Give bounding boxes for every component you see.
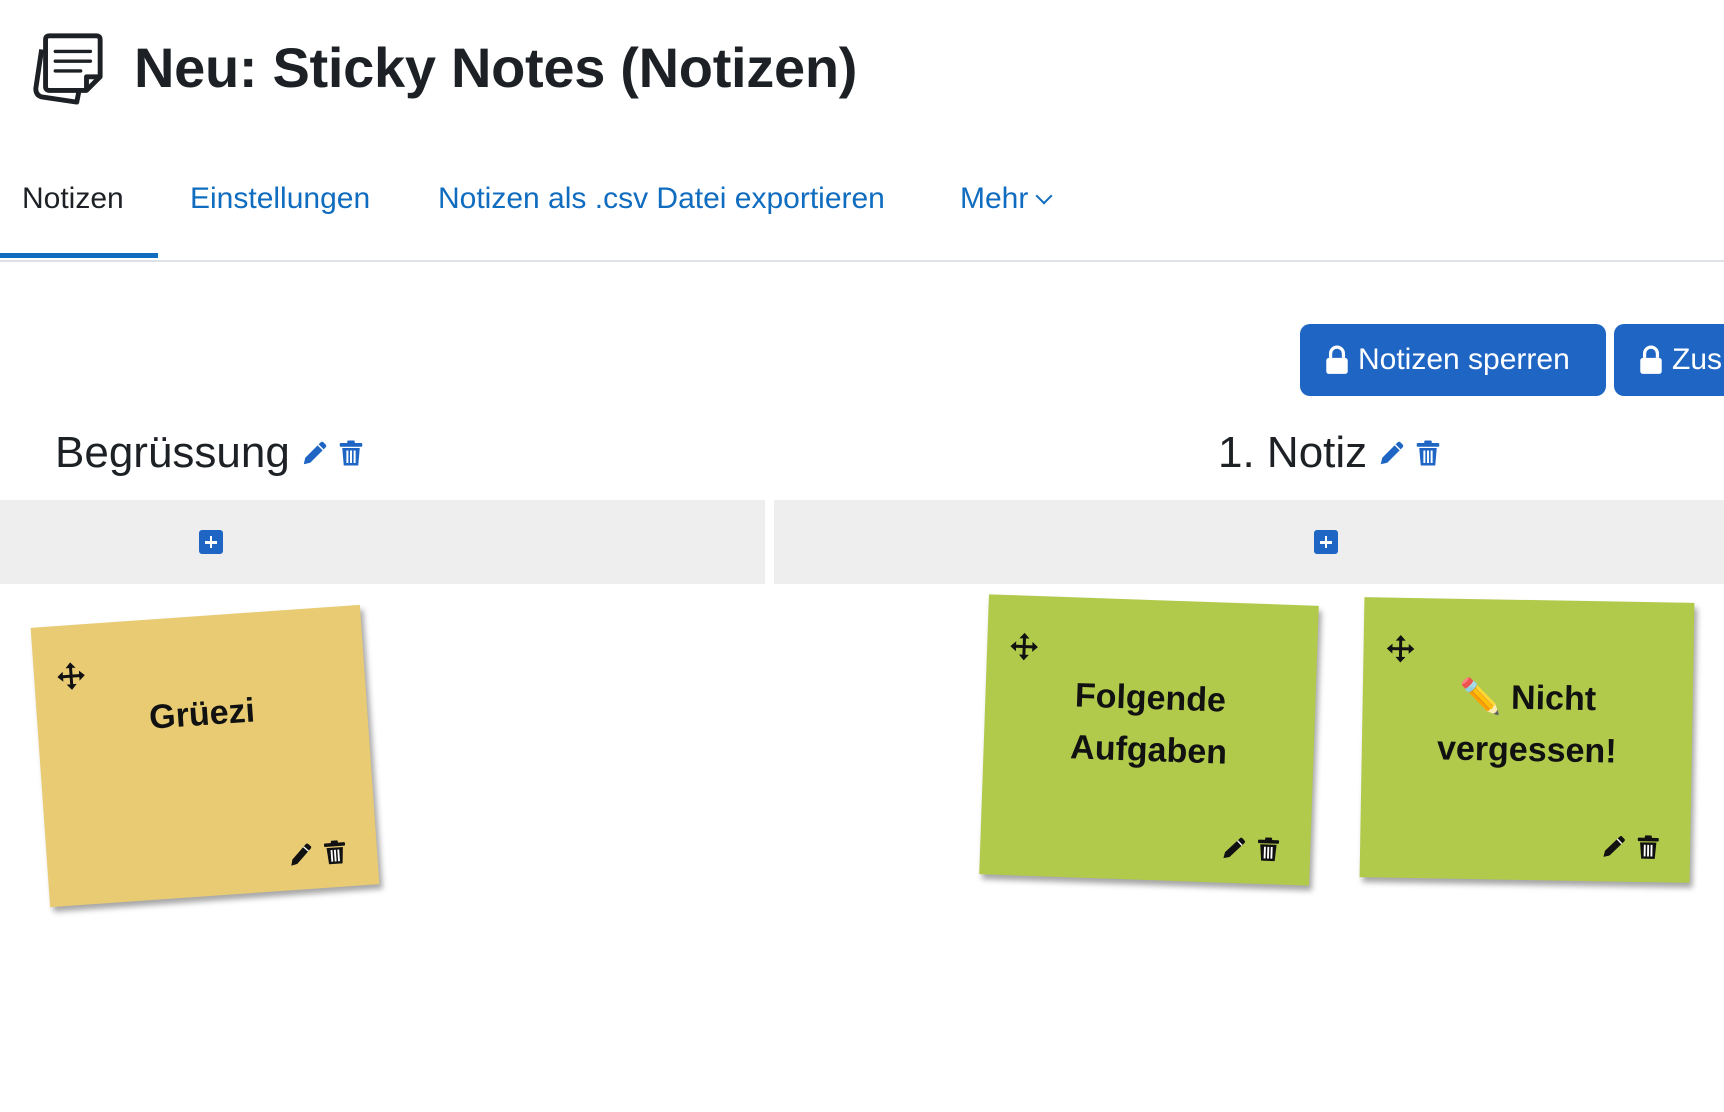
column-title-notiz: 1. Notiz (1218, 428, 1443, 478)
edit-note-pencil-icon[interactable] (1220, 833, 1249, 864)
move-icon[interactable] (1385, 634, 1416, 665)
column-title-text: Begrüssung (55, 428, 290, 477)
tab-csv-export[interactable]: Notizen als .csv Datei exportieren (438, 182, 885, 216)
note-actions (1214, 832, 1283, 864)
delete-note-trash-icon[interactable] (1634, 832, 1663, 862)
sticky-note[interactable]: Grüezi (30, 604, 380, 908)
tab-more-label: Mehr (960, 182, 1029, 215)
delete-column-trash-icon[interactable] (1413, 438, 1443, 468)
second-button-label: Zus (1672, 343, 1723, 376)
lock-icon (1638, 345, 1664, 375)
tab-einstellungen[interactable]: Einstellungen (190, 182, 370, 216)
delete-note-trash-icon[interactable] (1254, 834, 1283, 865)
note-actions (280, 836, 350, 871)
delete-column-trash-icon[interactable] (336, 438, 366, 468)
page-title: Neu: Sticky Notes (Notizen) (134, 35, 858, 99)
add-note-bar-notiz (774, 500, 1724, 584)
chevron-down-icon (1035, 187, 1053, 205)
sticky-note[interactable]: Folgende Aufgaben (979, 594, 1319, 886)
move-icon[interactable] (1009, 631, 1040, 662)
lock-notes-button[interactable]: Notizen sperren (1300, 324, 1606, 396)
column-title-text: 1. Notiz (1218, 428, 1368, 477)
note-text: Folgende Aufgaben (1069, 676, 1228, 772)
note-text: ✏️ Nicht vergessen! (1436, 677, 1617, 771)
edit-column-pencil-icon[interactable] (1377, 438, 1407, 468)
active-tab-indicator (0, 253, 158, 258)
edit-note-pencil-icon[interactable] (286, 839, 316, 871)
tab-bar: Notizen Einstellungen Notizen als .csv D… (0, 160, 1724, 262)
note-actions (1594, 831, 1663, 862)
page-header: Neu: Sticky Notes (Notizen) (28, 22, 857, 112)
second-lock-button[interactable]: Zus (1614, 324, 1724, 396)
tab-more[interactable]: Mehr (960, 182, 1053, 216)
add-note-plus-icon[interactable] (199, 530, 223, 554)
delete-note-trash-icon[interactable] (320, 836, 350, 868)
move-icon[interactable] (55, 660, 87, 692)
sticky-notes-icon (33, 33, 103, 105)
lock-icon (1324, 345, 1350, 375)
edit-note-pencil-icon[interactable] (1600, 831, 1629, 861)
lock-notes-label: Notizen sperren (1358, 343, 1570, 376)
tab-notizen[interactable]: Notizen (22, 182, 124, 216)
add-note-plus-icon[interactable] (1314, 530, 1338, 554)
sticky-note[interactable]: ✏️ Nicht vergessen! (1359, 597, 1695, 883)
edit-column-pencil-icon[interactable] (300, 438, 330, 468)
add-note-bar-begruessung (0, 500, 765, 584)
column-title-begruessung: Begrüssung (55, 428, 366, 478)
